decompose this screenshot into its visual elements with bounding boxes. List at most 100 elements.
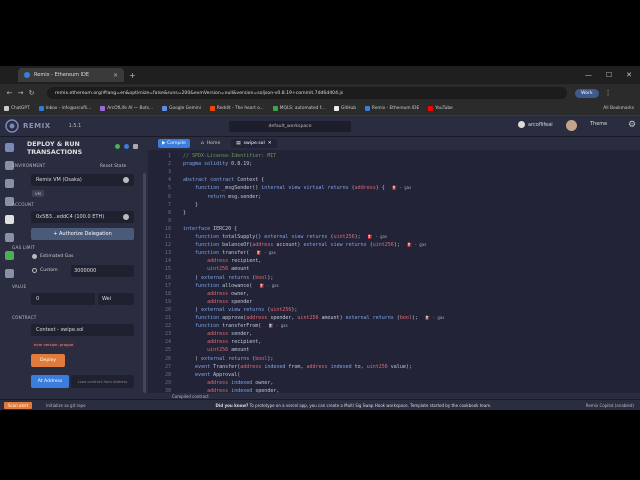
bookmark-reddit[interactable]: Reddit - The heart o... xyxy=(209,106,264,111)
estimated-gas-option[interactable]: Estimated Gas xyxy=(32,254,73,259)
git-init-link[interactable]: Initialize as git repo xyxy=(46,403,85,408)
url-input[interactable]: remix.ethereum.org/#lang=en&optimize=fal… xyxy=(47,87,567,99)
profile-button[interactable]: Work xyxy=(575,88,599,98)
docs-icon[interactable] xyxy=(124,144,129,149)
maximize-icon[interactable]: ☐ xyxy=(606,71,612,79)
at-address-button[interactable]: At Address xyxy=(31,375,69,388)
info-icon[interactable] xyxy=(123,177,129,183)
bookmark-gemini[interactable]: Google Gemini xyxy=(162,106,201,111)
all-bookmarks[interactable]: All Bookmarks xyxy=(603,106,640,111)
tab-swipe-sol[interactable]: ▤ swipe.sol ✕ xyxy=(231,139,277,148)
load-address-input[interactable]: Load contract from Address xyxy=(71,375,134,388)
deploy-icon[interactable] xyxy=(5,215,14,224)
bookmark-youtube[interactable]: YouTube xyxy=(428,106,453,111)
gas-limit-input[interactable]: 3000000 xyxy=(71,265,134,277)
plugin-manager-icon[interactable] xyxy=(5,269,14,278)
line-number: 5 xyxy=(167,185,171,192)
radio-icon xyxy=(32,268,37,273)
code-line: pragma solidity 0.8.19; xyxy=(183,161,253,168)
search-icon[interactable] xyxy=(5,179,14,188)
line-number: 24 xyxy=(164,339,171,346)
theme-selector[interactable]: Theme xyxy=(590,121,607,127)
remix-favicon-icon xyxy=(24,72,30,78)
code-line: function approve(address spender, uint25… xyxy=(195,315,445,321)
line-number: 27 xyxy=(164,363,171,370)
remix-header: REMIX 1.5.1 default_workspace arcoflifea… xyxy=(0,116,640,137)
copilot-status[interactable]: Remix Copilot (enabled) xyxy=(586,403,640,408)
line-number: 2 xyxy=(167,161,171,168)
home-icon[interactable] xyxy=(5,143,14,152)
code-line: // SPDX-License-Identifier: MIT xyxy=(183,153,277,159)
workspace-selector[interactable]: default_workspace xyxy=(229,121,351,132)
gas-estimate-badge: ⛽ - gas xyxy=(384,185,412,191)
value-input[interactable]: 0 xyxy=(31,293,95,305)
bookmark-remix[interactable]: Remix - Ethereum IDE xyxy=(364,106,419,111)
code-line: uint256 amount xyxy=(207,347,250,354)
browser-menu-icon[interactable]: ⋮ xyxy=(605,89,612,97)
arcoflife-icon xyxy=(100,106,106,111)
panel-title: DEPLOY & RUN TRANSACTIONS xyxy=(27,141,83,156)
copy-account-icon[interactable] xyxy=(123,214,129,220)
back-icon[interactable]: ← xyxy=(4,89,15,97)
close-tab-icon[interactable]: ✕ xyxy=(113,72,118,79)
avatar[interactable] xyxy=(566,120,577,131)
icon-sidebar xyxy=(0,137,19,399)
code-line: function transfer( ⛽ - gas xyxy=(195,250,276,257)
gas-estimate-badge: ⛽ - gas xyxy=(252,282,279,288)
tab-home[interactable]: ⌂ Home xyxy=(196,139,226,148)
environment-select[interactable]: Remix VM (Osaka) xyxy=(31,174,134,186)
bookmark-inbox[interactable]: Inbox - info@arcofli... xyxy=(38,106,91,111)
code-line: function balanceOf(address account) exte… xyxy=(195,242,427,249)
reload-icon[interactable]: ↻ xyxy=(26,89,37,97)
account-select[interactable]: 0x5B3...eddC4 (100.0 ETH) xyxy=(31,211,134,223)
line-number: 21 xyxy=(164,315,171,321)
bookmark-arcoflife[interactable]: ArcOfLife AI — Bots... xyxy=(100,106,153,111)
bookmark-chatgpt[interactable]: ChatGPT xyxy=(4,106,30,111)
new-tab-icon[interactable]: + xyxy=(129,71,136,80)
authorize-delegation-button[interactable]: + Authorize Delegation xyxy=(31,228,134,240)
line-number: 9 xyxy=(167,217,171,224)
bookmark-github[interactable]: GitHub xyxy=(334,106,356,111)
github-account[interactable]: arcoflifeai xyxy=(518,121,553,128)
line-number: 4 xyxy=(167,177,171,184)
gemini-icon xyxy=(162,106,168,111)
code-editor[interactable]: // SPDX-License-Identifier: MIT pragma so… xyxy=(174,150,640,395)
contract-select[interactable]: Context - swipe.sol xyxy=(31,324,134,336)
code-line: function allowance( ⛽ - gas xyxy=(195,282,279,289)
close-tab-icon[interactable]: ✕ xyxy=(268,141,272,146)
value-unit-select[interactable]: Wei xyxy=(98,293,134,305)
line-number: 6 xyxy=(167,193,171,200)
reset-state-button[interactable]: Reset State xyxy=(100,163,126,168)
browser-tab[interactable]: Remix - Ethereum IDE ✕ xyxy=(18,68,124,82)
close-window-icon[interactable]: ✕ xyxy=(626,71,632,79)
custom-gas-option[interactable]: Custom xyxy=(32,268,58,273)
forward-icon[interactable]: → xyxy=(15,89,26,97)
code-line: } xyxy=(183,209,187,216)
panel-header-icons xyxy=(115,144,138,149)
status-check-icon xyxy=(115,144,120,149)
gas-estimate-badge: ⛽ - gas xyxy=(399,242,427,248)
remix-logo-icon[interactable] xyxy=(5,119,19,133)
deploy-button[interactable]: Deploy xyxy=(31,354,65,367)
reddit-icon xyxy=(209,106,215,111)
account-label: ACCOUNT xyxy=(12,202,35,207)
file-icon: ▤ xyxy=(236,141,241,146)
scan-alert-button[interactable]: Scan alert xyxy=(4,401,33,409)
line-number: 16 xyxy=(164,274,171,281)
panel-scrollbar[interactable] xyxy=(143,173,146,393)
youtube-icon xyxy=(428,106,434,111)
minimize-icon[interactable]: — xyxy=(585,71,592,79)
gear-icon[interactable]: ⚙ xyxy=(628,120,636,130)
debugger-icon[interactable] xyxy=(5,233,14,242)
line-number: 22 xyxy=(164,323,171,330)
bookmark-mqls[interactable]: MQLS: automated f... xyxy=(272,106,325,111)
line-number: 25 xyxy=(164,347,171,354)
github-icon xyxy=(518,121,525,128)
code-line: function totalSupply() external view ret… xyxy=(195,234,388,240)
git-icon[interactable] xyxy=(5,251,14,260)
code-line: event Transfer(address indexed from, add… xyxy=(195,363,412,370)
line-gutter: 1 2 3 4 5 6 7 8 9 10 11 12 13 14 15 16 17 18 19 20 21 22 23 24 2… xyxy=(148,150,174,395)
gas-estimate-badge: ⛽ - gas xyxy=(261,323,288,329)
compile-button[interactable]: ▶ Compile xyxy=(158,139,190,148)
collapse-panel-icon[interactable] xyxy=(133,144,138,149)
